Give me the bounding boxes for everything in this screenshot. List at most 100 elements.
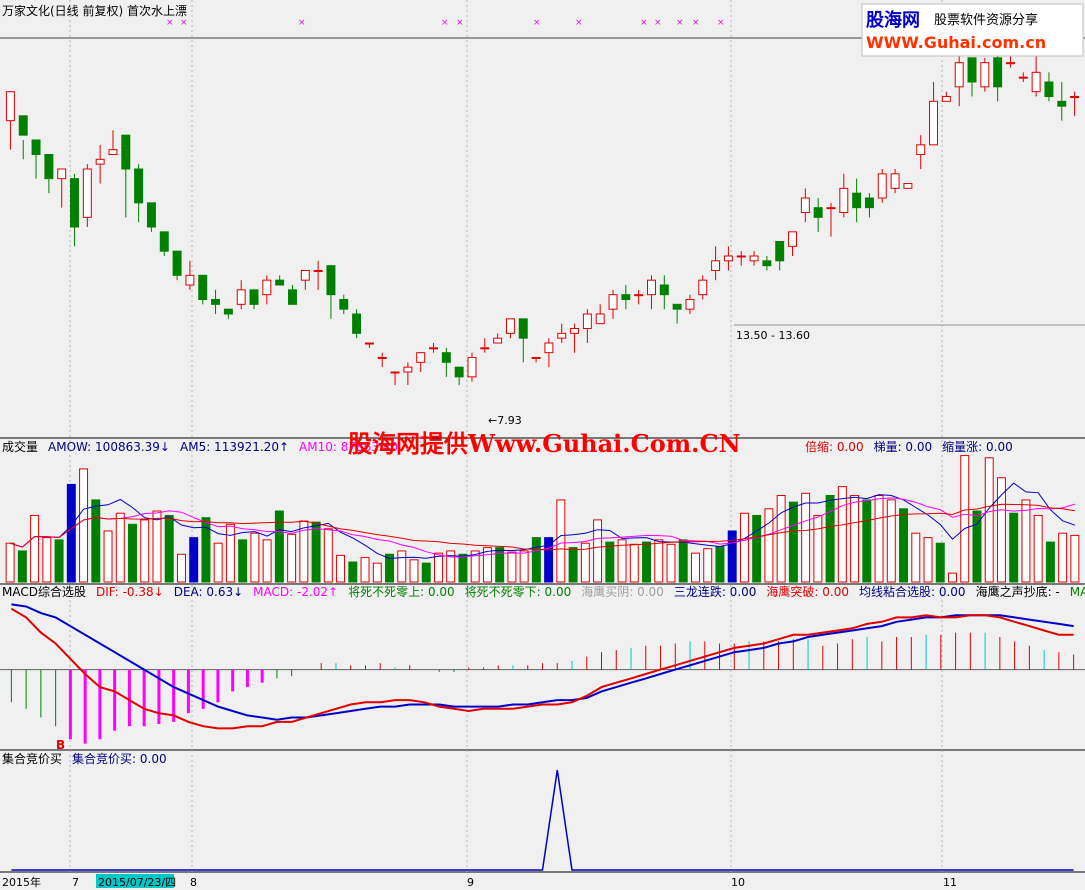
candle-up — [57, 168, 67, 180]
volume-bar — [715, 546, 725, 583]
signal-x-2: × — [298, 18, 306, 28]
signal-x-6: × — [575, 18, 583, 28]
candle-down — [172, 250, 182, 276]
candle-up — [505, 318, 515, 334]
volume-bar — [189, 537, 199, 583]
volume-bar — [152, 510, 162, 583]
volume-bar — [115, 512, 125, 583]
candle-up — [377, 357, 387, 359]
volume-bar — [54, 539, 64, 583]
volume-bar — [103, 530, 113, 583]
volume-bar — [348, 561, 358, 583]
candle-up — [954, 62, 964, 88]
volume-bar — [825, 494, 835, 583]
macd-label-5: 将死不死零下: 0.00 — [465, 585, 572, 599]
volume-bar — [397, 550, 407, 583]
volume-bar — [262, 539, 272, 583]
signal-x-3: × — [441, 18, 449, 28]
x-axis-label: 8 — [190, 876, 197, 889]
candle-down — [775, 241, 785, 262]
x-axis-label: 11 — [943, 876, 957, 889]
candle-up — [493, 337, 503, 344]
volume-bar — [311, 521, 321, 583]
macd-label-8: 海鹰突破: 0.00 — [766, 584, 849, 599]
volume-bar — [752, 514, 762, 583]
x-axis-label: 9 — [467, 876, 474, 889]
volume-bar — [544, 537, 554, 583]
volume-bar — [691, 552, 700, 583]
candle-down — [249, 289, 259, 305]
volume-bar — [972, 510, 982, 583]
stock-chart-window: ←7.93 13.50 - 13.60 × × × × × × × × × × × × 万家文化(日线 前复… — [0, 0, 1085, 890]
auction-line — [11, 769, 1074, 871]
candle-up — [929, 100, 939, 146]
volume-bar — [1033, 514, 1043, 583]
volume-bar — [837, 486, 847, 583]
candle-up — [82, 168, 92, 218]
signal-x-10: × — [692, 18, 700, 28]
candle-up — [557, 332, 567, 339]
volume-bar — [617, 539, 627, 583]
volume-bar — [899, 508, 909, 583]
volume-bar — [801, 492, 811, 583]
volume-bar — [372, 562, 382, 583]
candle-down — [967, 57, 977, 83]
x-axis-label: 7 — [72, 876, 79, 889]
candle-down — [762, 260, 772, 267]
candle-up — [916, 144, 926, 155]
volume-bar — [568, 547, 578, 583]
candle-down — [1044, 81, 1054, 97]
volume-label-left-1: AMOW: 100863.39↓ — [48, 440, 170, 454]
candle-up — [800, 197, 810, 213]
candle-down — [1057, 100, 1067, 107]
volume-bar — [666, 543, 676, 583]
volume-bar — [42, 537, 52, 583]
volume-label-left-2: AM5: 113921.20↑ — [180, 440, 289, 454]
candle-down — [288, 289, 297, 305]
volume-bar — [727, 530, 737, 583]
x-axis-label: 2015/07/23/四 — [98, 876, 176, 889]
candle-up — [364, 342, 374, 345]
candle-up — [788, 231, 797, 247]
signal-x-4: × — [456, 18, 464, 28]
chart-canvas[interactable]: ←7.9313.50 - 13.60× × × × × × × × × × × ×万家文化(日线 前复… — [0, 0, 1085, 890]
volume-bar — [923, 537, 933, 583]
candle-down — [441, 352, 451, 363]
candle-up — [416, 352, 426, 363]
candle-down — [993, 57, 1003, 88]
volume-bar — [996, 477, 1006, 583]
candle-down — [518, 318, 528, 339]
candle-up — [685, 299, 695, 310]
candle-down — [339, 299, 349, 310]
volume-bar — [5, 542, 15, 583]
volume-bar — [1009, 512, 1019, 583]
candle-up — [890, 173, 900, 189]
volume-label-right-1: 梯量: 0.00 — [874, 440, 933, 454]
candle-up — [903, 183, 913, 189]
volume-bar — [274, 510, 284, 583]
buy-signal-marker: B — [56, 738, 65, 752]
candle-up — [95, 158, 105, 165]
volume-bar — [850, 494, 860, 583]
candle-up — [300, 270, 310, 281]
volume-bar — [935, 542, 945, 583]
macd-label-3: MACD: -2.02↑ — [253, 585, 338, 599]
macd-dea-line — [11, 603, 1074, 721]
candle-down — [352, 313, 362, 334]
volume-bar — [336, 554, 346, 583]
volume-bar — [813, 514, 823, 583]
volume-bar — [433, 552, 443, 583]
x-axis-label: 2015年 — [2, 875, 41, 889]
volume-bar — [531, 537, 541, 583]
signal-x-11: × — [717, 18, 725, 28]
volume-bar — [1045, 541, 1055, 583]
candle-down — [864, 197, 874, 209]
macd-label-9: 均线粘合选股: 0.00 — [859, 584, 966, 599]
volume-bar — [764, 508, 774, 583]
volume-bar — [164, 514, 174, 583]
volume-bar — [886, 499, 896, 583]
volume-bar — [776, 494, 786, 583]
macd-label-7: 三龙连跌: 0.00 — [674, 584, 757, 599]
candle-up — [582, 313, 592, 329]
volume-label-right-2: 缩量涨: 0.00 — [942, 439, 1013, 454]
